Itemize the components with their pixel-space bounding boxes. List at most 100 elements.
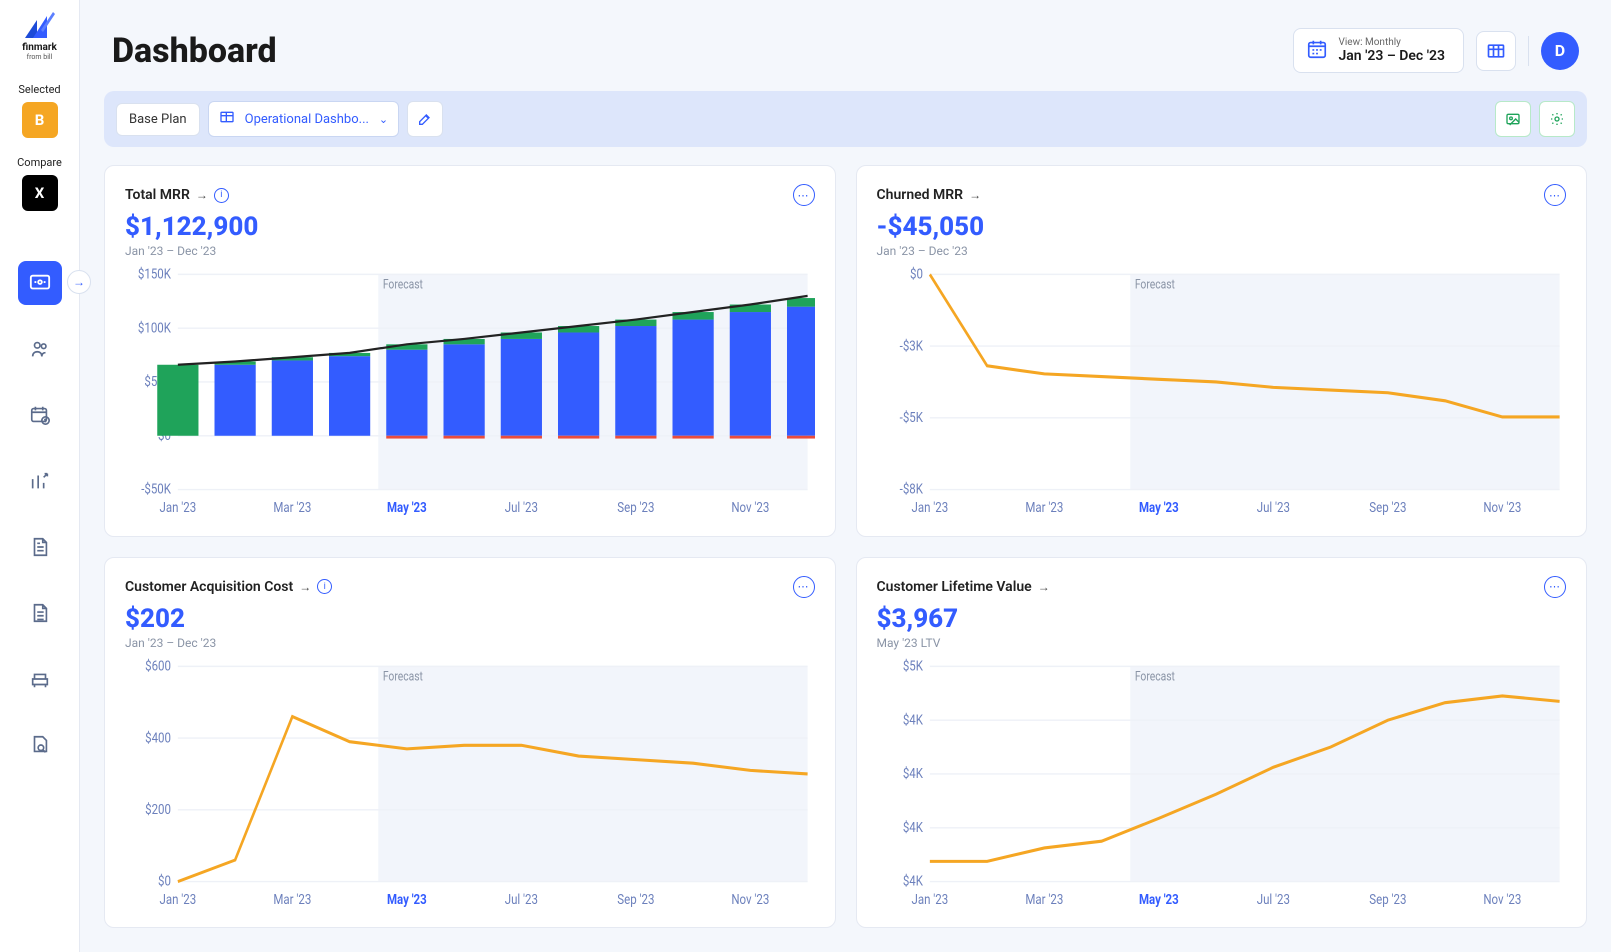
card-title: Customer Lifetime Value (877, 579, 1032, 595)
toolbar: Base Plan Operational Dashbo... ⌄ (104, 91, 1587, 147)
compare-plan-box[interactable]: X (22, 175, 58, 211)
svg-text:$150K: $150K (138, 267, 172, 283)
svg-text:Sep '23: Sep '23 (617, 500, 654, 516)
date-range-text: Jan '23 – Dec '23 (1338, 48, 1445, 64)
card-churned-mrr: Churned MRR → ⋯ -$45,050 Jan '23 – Dec '… (856, 165, 1588, 537)
card-subtitle: Jan '23 – Dec '23 (125, 244, 815, 258)
card-menu-button[interactable]: ⋯ (1544, 184, 1566, 206)
svg-text:Jan '23: Jan '23 (160, 500, 197, 516)
nav-growth-chart-icon[interactable] (18, 459, 62, 503)
svg-text:Mar '23: Mar '23 (1025, 891, 1063, 907)
nav-calendar-money-icon[interactable] (18, 393, 62, 437)
svg-text:Nov '23: Nov '23 (1483, 500, 1521, 516)
nav-dashboard-icon[interactable] (18, 261, 62, 305)
card-subtitle: Jan '23 – Dec '23 (877, 244, 1567, 258)
dashboard-selector-text: Operational Dashbo... (245, 112, 369, 127)
svg-text:Jul '23: Jul '23 (1256, 500, 1289, 516)
svg-text:May '23: May '23 (387, 500, 427, 516)
arrow-right-icon[interactable]: → (196, 188, 208, 202)
svg-text:Forecast: Forecast (383, 276, 423, 291)
arrow-right-icon[interactable]: → (299, 580, 311, 594)
expand-sidebar-button[interactable]: → (67, 270, 91, 294)
svg-text:Forecast: Forecast (1134, 276, 1174, 291)
user-avatar[interactable]: D (1541, 32, 1579, 70)
svg-text:Forecast: Forecast (1134, 668, 1174, 683)
svg-text:Jul '23: Jul '23 (505, 891, 538, 907)
nav-search-doc-icon[interactable] (18, 723, 62, 767)
nav-people-icon[interactable] (18, 327, 62, 371)
selected-plan-box[interactable]: B (22, 102, 58, 138)
nav-furniture-icon[interactable] (18, 657, 62, 701)
svg-text:Forecast: Forecast (383, 668, 423, 683)
svg-text:Mar '23: Mar '23 (1025, 500, 1063, 516)
card-subtitle: Jan '23 – Dec '23 (125, 636, 815, 650)
cards-grid: Total MRR → i ⋯ $1,122,900 Jan '23 – Dec… (80, 165, 1611, 952)
svg-text:Sep '23: Sep '23 (1369, 891, 1406, 907)
svg-text:$4K: $4K (902, 873, 923, 889)
svg-text:$0: $0 (158, 873, 171, 889)
card-value: $1,122,900 (125, 212, 815, 242)
svg-text:May '23: May '23 (387, 891, 427, 907)
grid-icon (219, 109, 235, 129)
svg-text:Mar '23: Mar '23 (273, 500, 311, 516)
card-total-mrr: Total MRR → i ⋯ $1,122,900 Jan '23 – Dec… (104, 165, 836, 537)
svg-text:Jan '23: Jan '23 (911, 500, 948, 516)
svg-text:Jan '23: Jan '23 (160, 891, 197, 907)
svg-text:-$8K: -$8K (899, 482, 923, 498)
svg-text:May '23: May '23 (1138, 500, 1178, 516)
table-view-button[interactable] (1476, 31, 1516, 71)
card-value: $202 (125, 604, 815, 634)
header-divider (1528, 36, 1529, 66)
card-title: Customer Acquisition Cost (125, 579, 293, 595)
card-cac: Customer Acquisition Cost → i ⋯ $202 Jan… (104, 557, 836, 929)
svg-text:Nov '23: Nov '23 (731, 500, 769, 516)
svg-text:$600: $600 (145, 658, 171, 674)
settings-export-button[interactable] (1539, 101, 1575, 137)
svg-text:-$3K: -$3K (899, 338, 923, 354)
chart-churned-mrr: Forecast-$8K-$5K-$3K$0Jan '23Mar '23May … (877, 266, 1567, 518)
nav-spreadsheet-icon[interactable] (18, 591, 62, 635)
header: Dashboard View: Monthly Jan '23 – Dec '2… (80, 0, 1611, 91)
svg-text:$4K: $4K (902, 766, 923, 782)
date-range-picker[interactable]: View: Monthly Jan '23 – Dec '23 (1293, 28, 1464, 73)
base-plan-chip[interactable]: Base Plan (116, 103, 200, 136)
svg-text:Nov '23: Nov '23 (731, 891, 769, 907)
sidebar-compare-label: Compare (17, 156, 62, 169)
card-title: Total MRR (125, 187, 190, 203)
brand-subtitle: from bill (27, 53, 53, 61)
card-value: $3,967 (877, 604, 1567, 634)
card-title: Churned MRR (877, 187, 964, 203)
svg-text:$200: $200 (145, 802, 171, 818)
brand-logo[interactable]: finmark from bill (15, 12, 65, 61)
svg-text:$100K: $100K (138, 320, 172, 336)
svg-text:Sep '23: Sep '23 (1369, 500, 1406, 516)
date-view-label: View: Monthly (1338, 37, 1445, 48)
arrow-right-icon[interactable]: → (969, 188, 981, 202)
card-ltv: Customer Lifetime Value → ⋯ $3,967 May '… (856, 557, 1588, 929)
info-icon[interactable]: i (214, 188, 229, 203)
svg-text:$4K: $4K (902, 819, 923, 835)
card-menu-button[interactable]: ⋯ (793, 576, 815, 598)
svg-text:Nov '23: Nov '23 (1483, 891, 1521, 907)
brand-name: finmark (22, 42, 57, 53)
svg-text:-$5K: -$5K (899, 410, 923, 426)
sidebar-selected-label: Selected (18, 83, 60, 96)
dashboard-selector[interactable]: Operational Dashbo... ⌄ (208, 101, 400, 137)
info-icon[interactable]: i (317, 579, 332, 594)
page-title: Dashboard (112, 31, 277, 71)
chart-cac: Forecast$0$200$400$600Jan '23Mar '23May … (125, 658, 815, 910)
card-menu-button[interactable]: ⋯ (1544, 576, 1566, 598)
chevron-down-icon: ⌄ (379, 113, 388, 126)
sidebar: finmark from bill Selected B Compare X → (0, 0, 80, 952)
svg-text:-$50K: -$50K (141, 482, 172, 498)
edit-dashboard-button[interactable] (407, 101, 443, 137)
calendar-icon (1306, 38, 1328, 64)
nav-document-icon[interactable] (18, 525, 62, 569)
chart-ltv: Forecast$4K$4K$4K$4K$5KJan '23Mar '23May… (877, 658, 1567, 910)
svg-text:May '23: May '23 (1138, 891, 1178, 907)
svg-text:$5K: $5K (902, 658, 923, 674)
export-image-button[interactable] (1495, 101, 1531, 137)
card-menu-button[interactable]: ⋯ (793, 184, 815, 206)
svg-text:Jul '23: Jul '23 (505, 500, 538, 516)
arrow-right-icon[interactable]: → (1038, 580, 1050, 594)
